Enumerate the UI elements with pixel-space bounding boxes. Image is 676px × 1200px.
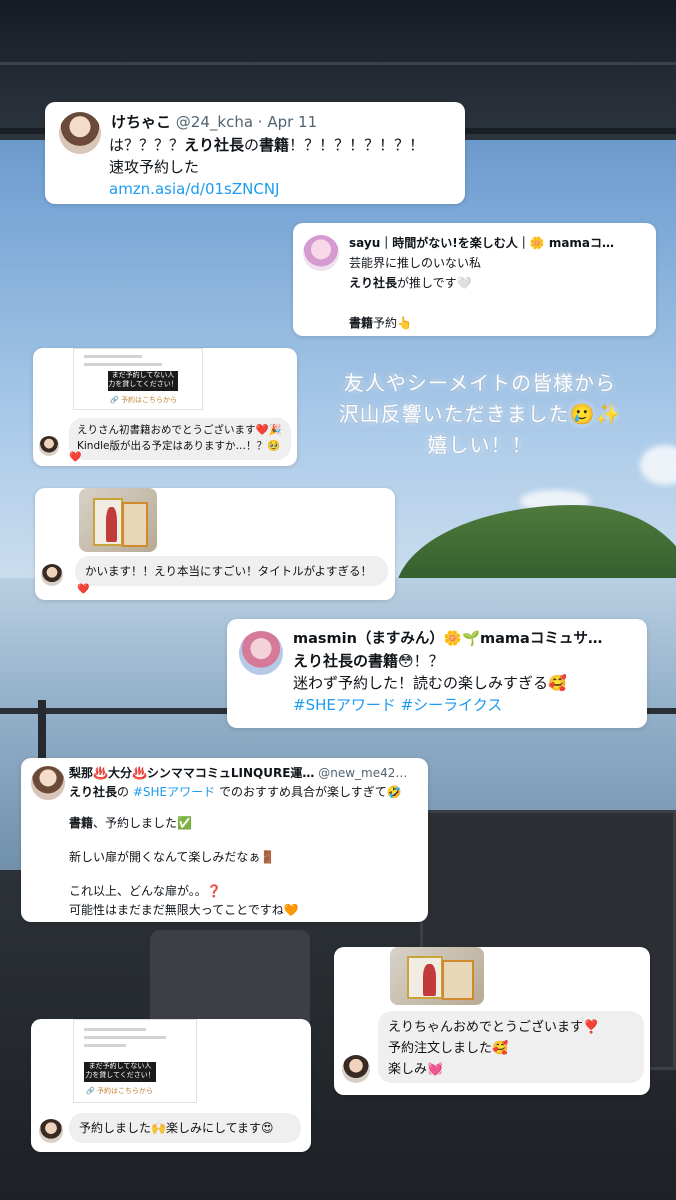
tweet-author-name[interactable]: masmin（ますみん）🌼🌱mamaコミュサ…	[293, 628, 639, 650]
overlay-line-1: 友人やシーメイトの皆様から	[343, 371, 617, 395]
avatar[interactable]	[31, 766, 65, 800]
avatar	[41, 564, 63, 586]
tweet-author-handle: @new_me42…	[318, 766, 408, 780]
overlay-line-3: 嬉しい！！	[427, 433, 533, 457]
tweet-author-handle: @24_kcha · Apr 11	[175, 113, 318, 131]
tweet-line-4: これ以上、どんな扉が。。❓	[69, 884, 222, 898]
story-thumbnail[interactable]: まだ予約してない人 力を貸してください！ 🔗 予約はこちらから	[73, 348, 203, 410]
story-reply-card-1[interactable]: まだ予約してない人 力を貸してください！ 🔗 予約はこちらから えりさん初書籍お…	[33, 348, 297, 466]
tweet-line-1: えり社長の #SHEアワード でのおすすめ具合が楽しすぎて🤣	[69, 785, 402, 799]
thumbnail-caption: まだ予約してない人 力を貸してください！	[84, 1062, 156, 1082]
tweet-author-name[interactable]: けちゃこ	[111, 113, 171, 131]
tweet-header: 梨那♨️大分♨️シンママコミュLINQURE運… @new_me42…	[69, 764, 422, 783]
tweet-hashtags[interactable]: #SHEアワード #シーライクス	[293, 694, 639, 716]
overlay-caption: 友人やシーメイトの皆様から 沢山反響いただきました🥲✨ 嬉しい！！	[300, 368, 660, 461]
tweet-line-5: 可能性はまだまだ無限大ってことですね🧡	[69, 903, 299, 917]
tweet-line-4: 書籍予約👆	[349, 316, 412, 330]
thumbnail-link: 🔗 予約はこちらから	[86, 1087, 153, 1095]
heart-reaction-icon: ❤️	[69, 452, 82, 463]
avatar[interactable]	[303, 235, 339, 271]
tweet-link[interactable]: amzn.asia/d/01sZNCNJ	[109, 178, 424, 200]
tweet-text: は？？？？えり社長の書籍！？！？！？！？！ 速攻予約した amzn.asia/d…	[109, 134, 424, 200]
tweet-line-1: えり社長の書籍😳！？	[293, 652, 444, 670]
tweet-card-kecha[interactable]: けちゃこ @24_kcha · Apr 11 は？？？？えり社長の書籍！？！？！…	[45, 102, 465, 204]
avatar	[39, 1119, 63, 1143]
avatar	[342, 1055, 370, 1083]
avatar[interactable]	[59, 112, 101, 154]
tweet-line-1: 芸能界に推しのいない私	[349, 256, 482, 270]
story-reply-card-4[interactable]: まだ予約してない人 力を貸してください！ 🔗 予約はこちらから 予約しました🙌楽…	[31, 1019, 311, 1152]
heart-reaction-icon: ❤️	[77, 584, 90, 595]
thumbnail-link: 🔗 予約はこちらから	[110, 396, 177, 404]
tweet-line-2: 速攻予約した	[109, 158, 200, 176]
avatar[interactable]	[239, 631, 283, 675]
tweet-card-sayu[interactable]: sayu｜時間がない!を楽しむ人｜🌼 mamaコ… 芸能界に推しのいない私 えり…	[293, 223, 656, 336]
reply-message: えりさん初書籍おめでとうございます❤️🎉 Kindle版が出る予定はありますか……	[69, 418, 291, 460]
tweet-line-3: 新しい扉が開くなんて楽しみだなぁ🚪	[69, 850, 276, 864]
tweet-line-2: 迷わず予約した！読むの楽しみすぎる🥰	[293, 674, 567, 692]
tweet-card-rina[interactable]: 梨那♨️大分♨️シンママコミュLINQURE運… @new_me42… えり社長…	[21, 758, 428, 922]
tweet-line-2: 書籍、予約しました✅	[69, 816, 192, 830]
tweet-line-1: は？？？？えり社長の書籍！？！？！？！？！	[109, 136, 425, 154]
tweet-author-name[interactable]: sayu｜時間がない!を楽しむ人｜🌼 mamaコ…	[349, 233, 648, 253]
tweet-line-2: えり社長が推しです🤍	[349, 276, 472, 290]
reply-message: 予約しました🙌楽しみにしてます😍	[69, 1113, 301, 1143]
avatar	[39, 436, 59, 456]
thumbnail-caption: まだ予約してない人 力を貸してください！	[108, 371, 178, 391]
story-thumbnail[interactable]	[79, 488, 157, 552]
story-thumbnail[interactable]	[390, 947, 484, 1005]
tweet-author-name[interactable]: 梨那♨️大分♨️シンママコミュLINQURE運…	[69, 766, 314, 780]
story-reply-card-2[interactable]: かいます！！えり本当にすごい！タイトルがよすぎる！ ❤️	[35, 488, 395, 600]
reply-message: かいます！！えり本当にすごい！タイトルがよすぎる！	[75, 556, 388, 586]
reply-message: えりちゃんおめでとうございます❣️ 予約注文しました🥰 楽しみ💓	[378, 1011, 644, 1083]
overlay-line-2: 沢山反響いただきました🥲✨	[338, 402, 622, 426]
tweet-card-masmin[interactable]: masmin（ますみん）🌼🌱mamaコミュサ… えり社長の書籍😳！？ 迷わず予約…	[227, 619, 647, 728]
story-thumbnail[interactable]: まだ予約してない人 力を貸してください！ 🔗 予約はこちらから	[73, 1019, 197, 1103]
story-reply-card-3[interactable]: えりちゃんおめでとうございます❣️ 予約注文しました🥰 楽しみ💓	[334, 947, 650, 1095]
